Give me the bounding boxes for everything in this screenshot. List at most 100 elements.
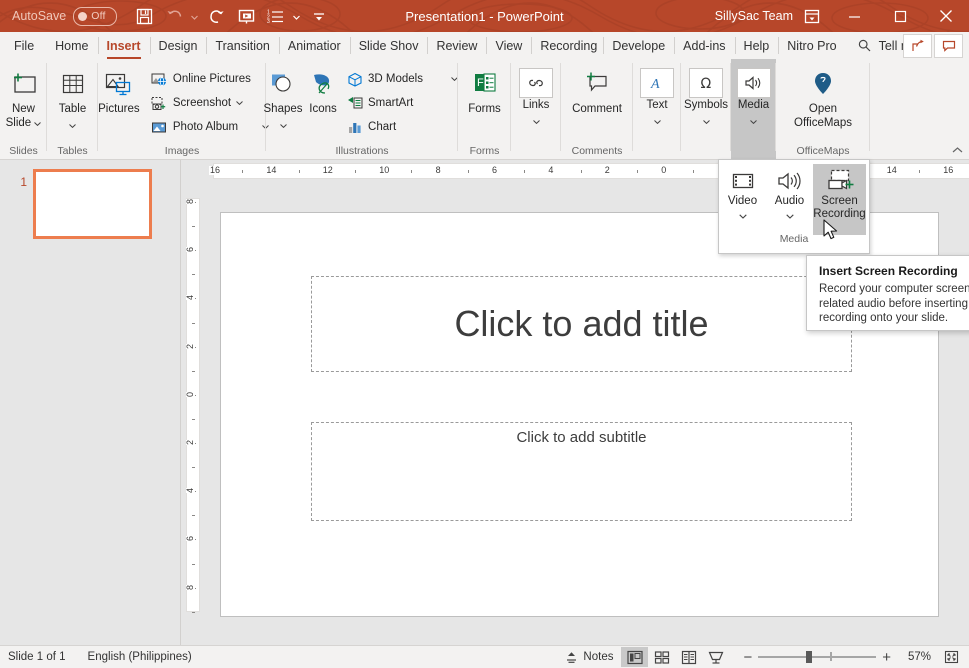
- comment-bubble-icon: [942, 39, 956, 53]
- media-dropdown-caret[interactable]: [750, 113, 757, 127]
- tab-view[interactable]: View: [486, 32, 531, 59]
- tab-insert[interactable]: Insert: [98, 32, 150, 59]
- subtitle-placeholder-text: Click to add subtitle: [516, 429, 646, 446]
- screen-recording-label-line1: Screen: [821, 195, 857, 208]
- slide-count-label[interactable]: Slide 1 of 1: [8, 651, 66, 663]
- redo-button[interactable]: [203, 3, 230, 29]
- shapes-button[interactable]: Shapes: [262, 64, 304, 131]
- ruler-label: 8: [186, 585, 195, 590]
- comments-button[interactable]: [934, 34, 963, 58]
- chart-icon: [346, 119, 363, 136]
- title-placeholder[interactable]: Click to add title: [311, 276, 852, 372]
- comment-button[interactable]: Comment: [563, 64, 631, 116]
- ruler-label: 16: [942, 166, 954, 175]
- symbols-dropdown[interactable]: [703, 113, 710, 127]
- text-button[interactable]: A Text: [629, 64, 685, 127]
- open-officemaps-button[interactable]: Open OfficeMaps: [778, 64, 868, 130]
- minimize-button[interactable]: [831, 0, 877, 32]
- screenshot-button[interactable]: Screenshot: [147, 91, 273, 115]
- tab-animations[interactable]: Animatior: [279, 32, 350, 59]
- notes-button[interactable]: Notes: [557, 647, 621, 667]
- icons-button[interactable]: Icons: [304, 64, 342, 116]
- share-button[interactable]: [903, 34, 932, 58]
- autosave-toggle[interactable]: AutoSave Off: [12, 7, 117, 26]
- undo-dropdown[interactable]: [188, 3, 200, 29]
- zoom-percent-label[interactable]: 57%: [897, 651, 931, 663]
- photo-album-button[interactable]: Photo Album: [147, 115, 273, 139]
- screen-recording-tooltip: Insert Screen Recording Record your comp…: [806, 255, 969, 331]
- title-placeholder-text: Click to add title: [454, 303, 708, 345]
- reading-view-button[interactable]: [675, 647, 702, 667]
- tab-nitro-pro[interactable]: Nitro Pro: [778, 32, 845, 59]
- zoom-slider[interactable]: [758, 651, 876, 663]
- slide-show-button[interactable]: [702, 647, 729, 667]
- chevron-down-icon: [533, 120, 540, 124]
- account-name[interactable]: SillySac Team: [715, 0, 793, 32]
- tab-design[interactable]: Design: [150, 32, 207, 59]
- tab-home[interactable]: Home: [46, 32, 97, 59]
- 3d-models-button[interactable]: 3D Models: [342, 67, 462, 91]
- ruler-label: 12: [322, 166, 334, 175]
- slide-thumbnail-1[interactable]: [33, 169, 152, 239]
- powerpoint-window: AutoSave Off: [0, 0, 969, 667]
- language-label[interactable]: English (Philippines): [88, 651, 192, 663]
- ribbon-group-label-images: Images: [98, 143, 266, 159]
- smartart-button[interactable]: SmartArt: [342, 91, 462, 115]
- ribbon-group-label-illustrations: Illustrations: [266, 143, 458, 159]
- customize-list-button[interactable]: 1 2 3: [263, 3, 290, 29]
- tab-review[interactable]: Review: [427, 32, 486, 59]
- zoom-slider-handle[interactable]: [806, 651, 812, 663]
- links-button[interactable]: Links: [508, 64, 564, 127]
- tab-file[interactable]: File: [0, 32, 46, 59]
- table-label: Table: [59, 103, 87, 116]
- audio-menu-item[interactable]: Audio: [766, 164, 813, 232]
- links-dropdown[interactable]: [533, 113, 540, 127]
- forms-button[interactable]: F Forms: [457, 64, 513, 116]
- status-bar-right: Notes: [557, 646, 963, 668]
- table-dropdown[interactable]: [69, 117, 76, 131]
- autosave-switch[interactable]: Off: [73, 7, 117, 26]
- photo-album-icon: [151, 119, 168, 136]
- online-pictures-button[interactable]: Online Pictures: [147, 67, 273, 91]
- ribbon-group-images: Pictures: [98, 59, 266, 159]
- officemaps-pin-icon: [810, 68, 836, 102]
- save-button[interactable]: [131, 3, 158, 29]
- media-dropdown-items: Video Audio: [719, 160, 869, 232]
- screen-recording-menu-item[interactable]: Screen Recording: [813, 164, 866, 235]
- close-button[interactable]: [923, 0, 969, 32]
- tab-transitions[interactable]: Transition: [206, 32, 278, 59]
- chart-button[interactable]: Chart: [342, 115, 462, 139]
- ruler-tick: [468, 170, 469, 173]
- shapes-dropdown[interactable]: [280, 117, 287, 131]
- normal-view-button[interactable]: [621, 647, 648, 667]
- start-presentation-button[interactable]: [233, 3, 260, 29]
- tab-slide-show[interactable]: Slide Shov: [350, 32, 428, 59]
- chart-label: Chart: [368, 121, 396, 133]
- qat-overflow-icon: [312, 10, 326, 22]
- text-dropdown[interactable]: [654, 113, 661, 127]
- links-label: Links: [523, 99, 550, 112]
- tab-help[interactable]: Help: [735, 32, 779, 59]
- customize-list-dropdown[interactable]: [290, 3, 302, 29]
- video-menu-item[interactable]: Video: [719, 164, 766, 232]
- zoom-out-button[interactable]: −: [743, 649, 752, 666]
- slide-sorter-button[interactable]: [648, 647, 675, 667]
- undo-button[interactable]: [161, 3, 188, 29]
- media-button[interactable]: Media: [726, 64, 782, 127]
- zoom-in-button[interactable]: +: [882, 649, 891, 666]
- fit-to-window-button[interactable]: [939, 647, 963, 667]
- qat-overflow-button[interactable]: [305, 3, 332, 29]
- ruler-label: 4: [186, 488, 195, 493]
- maximize-button[interactable]: [877, 0, 923, 32]
- subtitle-placeholder[interactable]: Click to add subtitle: [311, 422, 852, 521]
- audio-dropdown-caret[interactable]: [786, 208, 794, 222]
- ribbon-display-options-button[interactable]: [797, 0, 827, 32]
- ruler-label: 8: [186, 199, 195, 204]
- collapse-ribbon-button[interactable]: [949, 143, 965, 157]
- video-dropdown-caret[interactable]: [739, 208, 747, 222]
- ruler-tick: [524, 170, 525, 173]
- tab-developer[interactable]: Develope: [603, 32, 674, 59]
- pictures-button[interactable]: Pictures: [91, 64, 147, 116]
- tab-add-ins[interactable]: Add-ins: [674, 32, 734, 59]
- tab-recording[interactable]: Recording: [531, 32, 603, 59]
